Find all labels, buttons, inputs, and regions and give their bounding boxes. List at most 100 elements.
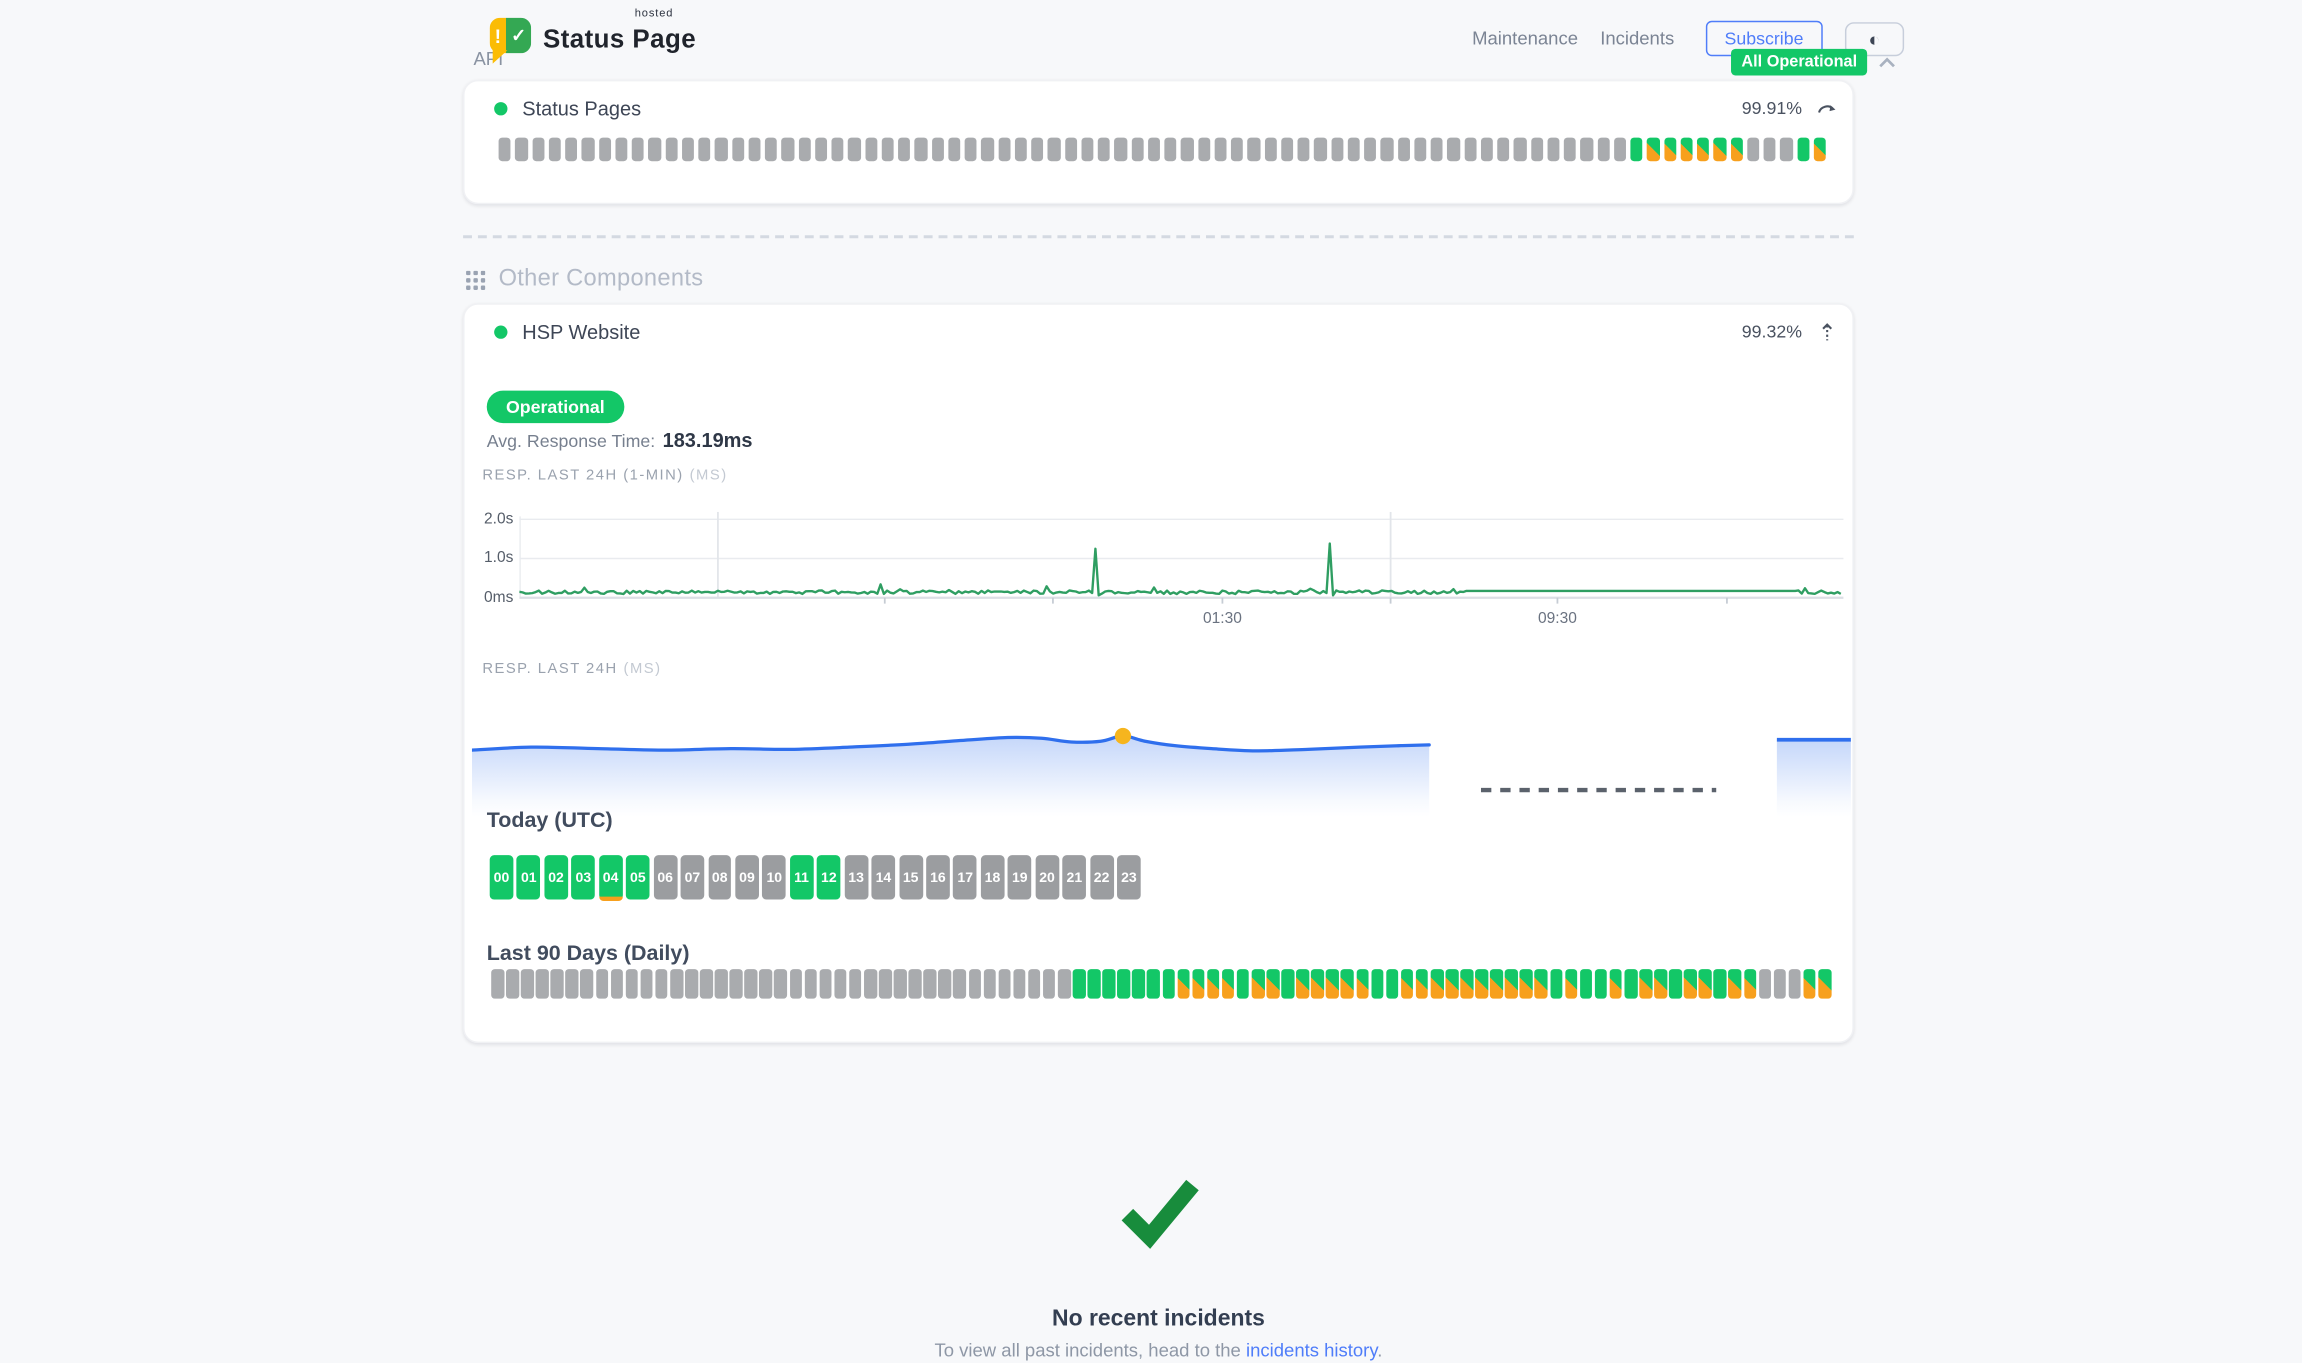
incidents-history-link[interactable]: incidents history (1246, 1340, 1377, 1361)
uptime-bar[interactable] (815, 138, 827, 162)
hour-block[interactable]: 13 (844, 855, 868, 899)
uptime-bar[interactable] (1298, 138, 1310, 162)
hour-block[interactable]: 15 (899, 855, 923, 899)
uptime-bar[interactable] (1514, 138, 1526, 162)
day-block[interactable] (1774, 969, 1787, 999)
day-block[interactable] (1341, 969, 1354, 999)
uptime-bar[interactable] (1547, 138, 1559, 162)
hour-block[interactable]: 18 (981, 855, 1005, 899)
day-block[interactable] (819, 969, 832, 999)
day-block[interactable] (1296, 969, 1309, 999)
uptime-bar[interactable] (565, 138, 577, 162)
uptime-bar[interactable] (1614, 138, 1626, 162)
day-block[interactable] (1222, 969, 1235, 999)
hour-block[interactable]: 01 (517, 855, 541, 899)
day-block[interactable] (939, 969, 952, 999)
uptime-bar[interactable] (898, 138, 910, 162)
hour-block[interactable]: 08 (708, 855, 732, 899)
day-block[interactable] (1192, 969, 1205, 999)
day-block[interactable] (1132, 969, 1145, 999)
day-block[interactable] (1207, 969, 1220, 999)
uptime-bar[interactable] (1131, 138, 1143, 162)
day-block[interactable] (581, 969, 594, 999)
day-block[interactable] (924, 969, 937, 999)
day-block[interactable] (1237, 969, 1250, 999)
day-block[interactable] (998, 969, 1011, 999)
uptime-bar[interactable] (1397, 138, 1409, 162)
hour-block[interactable]: 00 (490, 855, 514, 899)
day-block[interactable] (1088, 969, 1101, 999)
day-block[interactable] (1505, 969, 1518, 999)
day-block[interactable] (1117, 969, 1130, 999)
day-block[interactable] (1699, 969, 1712, 999)
day-block[interactable] (760, 969, 773, 999)
day-block[interactable] (521, 969, 534, 999)
uptime-bar[interactable] (1531, 138, 1543, 162)
uptime-bar[interactable] (1481, 138, 1493, 162)
uptime-bar[interactable] (1248, 138, 1260, 162)
uptime-bar[interactable] (582, 138, 594, 162)
uptime-bar[interactable] (1680, 138, 1692, 162)
uptime-bar[interactable] (998, 138, 1010, 162)
uptime-bar[interactable] (532, 138, 544, 162)
day-block[interactable] (1043, 969, 1056, 999)
uptime-bar[interactable] (1564, 138, 1576, 162)
uptime-bar[interactable] (1431, 138, 1443, 162)
day-block[interactable] (834, 969, 847, 999)
day-block[interactable] (1669, 969, 1682, 999)
hour-block[interactable]: 10 (762, 855, 786, 899)
day-block[interactable] (1013, 969, 1026, 999)
day-block[interactable] (789, 969, 802, 999)
uptime-bar[interactable] (1747, 138, 1759, 162)
uptime-bar[interactable] (1447, 138, 1459, 162)
day-block[interactable] (1311, 969, 1324, 999)
uptime-bar[interactable] (648, 138, 660, 162)
day-block[interactable] (1445, 969, 1458, 999)
uptime-bar[interactable] (782, 138, 794, 162)
day-block[interactable] (849, 969, 862, 999)
uptime-bar[interactable] (1098, 138, 1110, 162)
uptime-bar[interactable] (931, 138, 943, 162)
day-block[interactable] (655, 969, 668, 999)
hour-block[interactable]: 11 (790, 855, 814, 899)
day-block[interactable] (566, 969, 579, 999)
uptime-bar[interactable] (1114, 138, 1126, 162)
day-block[interactable] (745, 969, 758, 999)
hour-block[interactable]: 07 (681, 855, 705, 899)
day-block[interactable] (1162, 969, 1175, 999)
uptime-bar[interactable] (981, 138, 993, 162)
uptime-bar[interactable] (831, 138, 843, 162)
uptime-bar[interactable] (1148, 138, 1160, 162)
uptime-bar[interactable] (1647, 138, 1659, 162)
day-block[interactable] (1147, 969, 1160, 999)
day-block[interactable] (491, 969, 504, 999)
uptime-bar[interactable] (1181, 138, 1193, 162)
uptime-bar[interactable] (1364, 138, 1376, 162)
uptime-bar[interactable] (1497, 138, 1509, 162)
uptime-bar[interactable] (1730, 138, 1742, 162)
day-block[interactable] (1475, 969, 1488, 999)
day-block[interactable] (879, 969, 892, 999)
day-block[interactable] (774, 969, 787, 999)
uptime-bar[interactable] (732, 138, 744, 162)
day-block[interactable] (1684, 969, 1697, 999)
uptime-bar[interactable] (1714, 138, 1726, 162)
day-block[interactable] (1714, 969, 1727, 999)
day-block[interactable] (625, 969, 638, 999)
uptime-bar[interactable] (1015, 138, 1027, 162)
uptime-bar[interactable] (665, 138, 677, 162)
uptime-bar[interactable] (865, 138, 877, 162)
uptime-bar[interactable] (748, 138, 760, 162)
uptime-bar[interactable] (1198, 138, 1210, 162)
hour-block[interactable]: 19 (1008, 855, 1032, 899)
day-block[interactable] (1252, 969, 1265, 999)
day-block[interactable] (1431, 969, 1444, 999)
hour-block[interactable]: 12 (817, 855, 841, 899)
day-block[interactable] (1356, 969, 1369, 999)
uptime-bar[interactable] (1664, 138, 1676, 162)
uptime-bar[interactable] (698, 138, 710, 162)
uptime-bar[interactable] (798, 138, 810, 162)
uptime-bar[interactable] (1813, 138, 1825, 162)
day-block[interactable] (953, 969, 966, 999)
uptime-bar[interactable] (881, 138, 893, 162)
